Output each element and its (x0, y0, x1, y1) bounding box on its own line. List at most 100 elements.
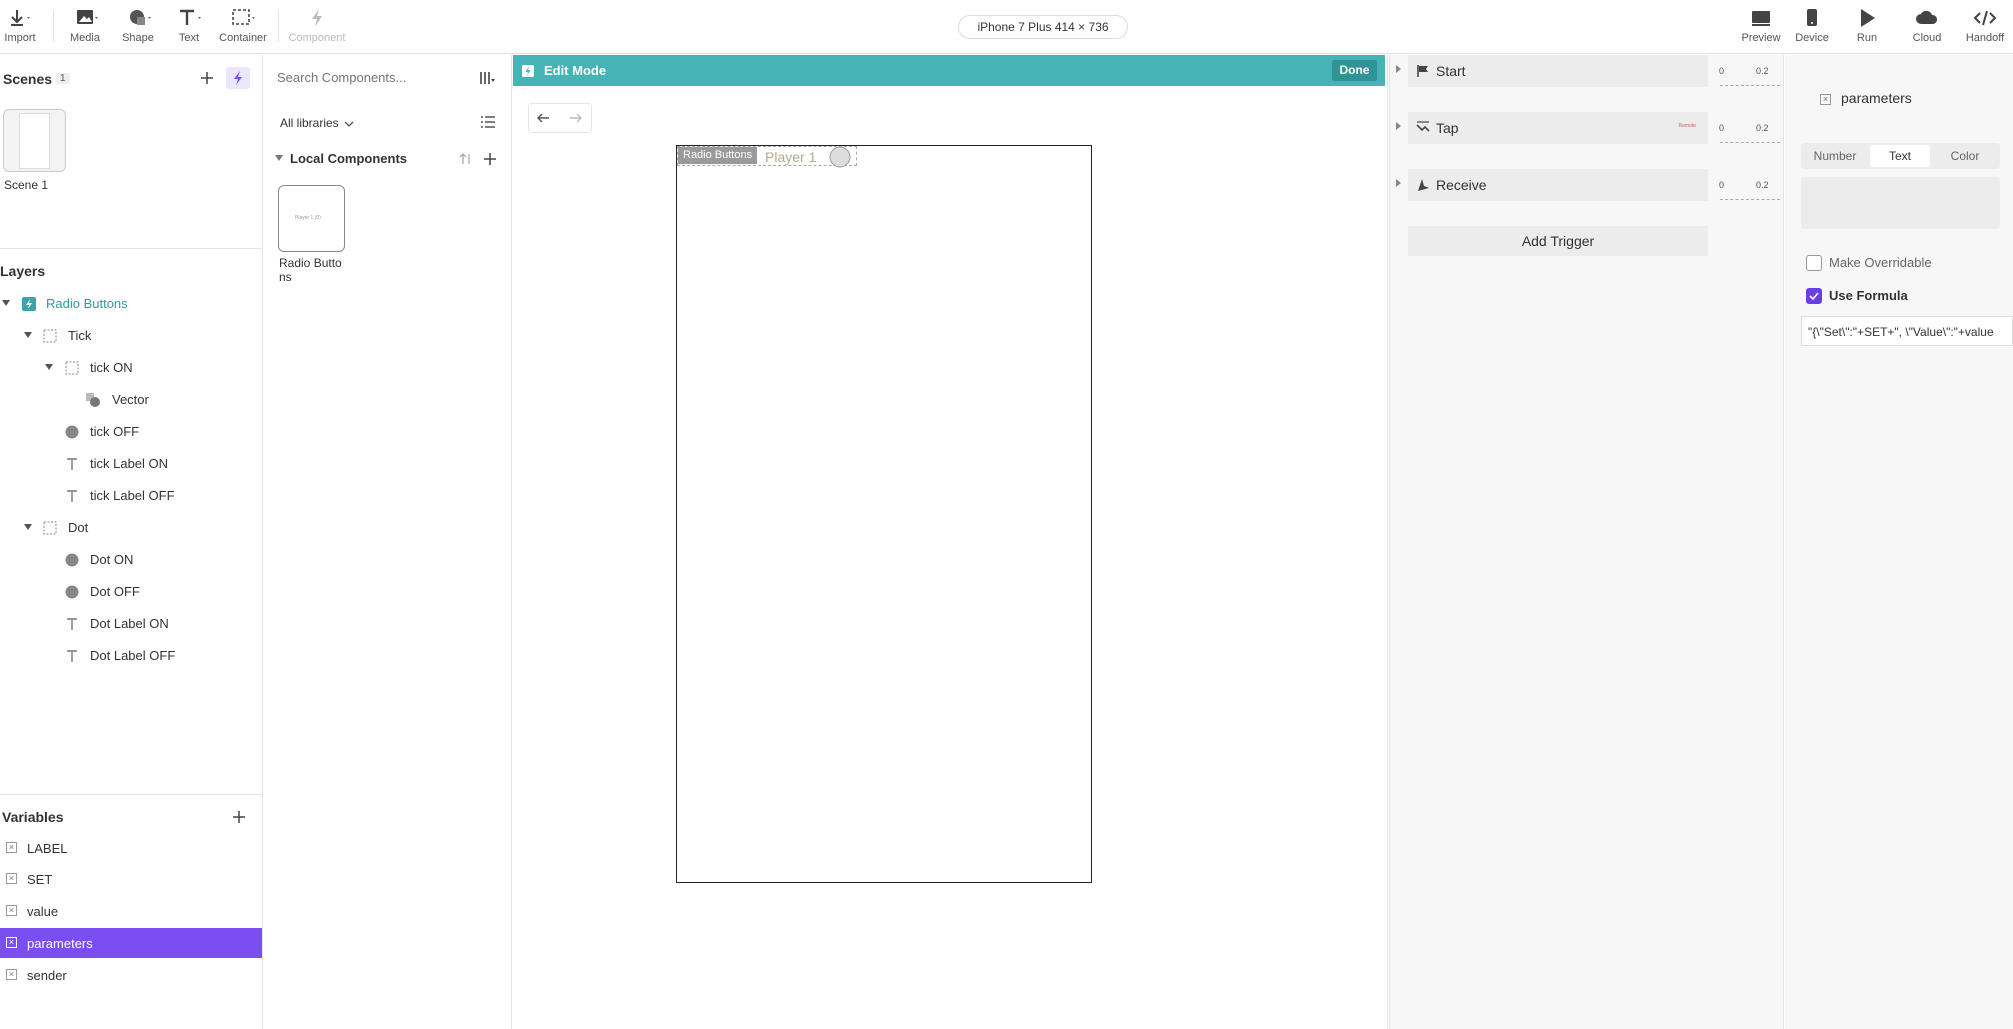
shape-button[interactable]: Shape (120, 6, 156, 44)
import-icon (6, 6, 34, 30)
cloud-button[interactable]: Cloud (1910, 6, 1944, 44)
make-overridable-checkbox[interactable] (1806, 255, 1822, 271)
shape-layer-icon (65, 553, 79, 567)
toolbar-divider (278, 10, 279, 42)
collapse-arrow-icon[interactable] (24, 524, 32, 530)
expand-arrow-icon[interactable] (1396, 122, 1401, 130)
shape-layer-icon (65, 425, 79, 439)
variable-name[interactable]: parameters (1841, 90, 1912, 106)
handoff-button[interactable]: Handoff (1963, 6, 2007, 44)
canvas[interactable]: Edit Mode Done Radio Buttons Player 1 (513, 55, 1388, 1029)
layer-tick-label-on[interactable]: tick Label ON (0, 451, 262, 477)
device-selector[interactable]: iPhone 7 Plus 414 × 736 (958, 15, 1128, 39)
component-thumbnail-text: Player 1 (0) (295, 215, 321, 221)
add-scene-icon[interactable] (199, 70, 215, 86)
play-icon (1855, 6, 1879, 30)
scene-label[interactable]: Scene 1 (4, 178, 48, 192)
trigger-receive[interactable]: Receive (1408, 169, 1708, 201)
undo-arrow-icon[interactable] (536, 112, 550, 124)
shape-layer-icon (65, 585, 79, 599)
use-formula-checkbox[interactable] (1806, 288, 1822, 304)
add-trigger-button[interactable]: Add Trigger (1408, 226, 1708, 256)
variable-type-icon: × (6, 905, 17, 916)
player-label: Player 1 (765, 149, 816, 165)
layer-tick-label-off[interactable]: tick Label OFF (0, 483, 262, 509)
expand-arrow-icon[interactable] (1396, 65, 1401, 73)
device-button-label: Device (1794, 32, 1830, 44)
cloud-label: Cloud (1910, 32, 1944, 44)
type-tab-text[interactable]: Text (1870, 145, 1930, 167)
component-label[interactable]: Radio Butto ns (279, 256, 349, 284)
layer-dot-label-off[interactable]: Dot Label OFF (0, 643, 262, 669)
layer-dot-off[interactable]: Dot OFF (0, 579, 262, 605)
container-button[interactable]: Container (219, 6, 267, 44)
media-button[interactable]: Media (67, 6, 103, 44)
run-button[interactable]: Run (1854, 6, 1880, 44)
layer-label: tick Label ON (90, 456, 168, 471)
list-view-icon[interactable] (480, 114, 496, 130)
phone-icon (1800, 6, 1824, 30)
layer-dot-on[interactable]: Dot ON (0, 547, 262, 573)
variables-title: Variables (2, 809, 64, 825)
add-variable-icon[interactable] (231, 809, 247, 825)
expand-arrow-icon[interactable] (1396, 179, 1401, 187)
container-layer-icon (43, 521, 57, 535)
tab-label: Text (1889, 149, 1911, 163)
layer-label: Tick (68, 328, 91, 343)
component-button[interactable]: Component (287, 6, 347, 44)
add-component-icon[interactable] (482, 151, 498, 167)
preview-icon (1749, 6, 1773, 30)
text-tool-button[interactable]: Text (172, 6, 206, 44)
layer-radio-buttons[interactable]: Radio Buttons (0, 291, 262, 317)
collapse-arrow-icon[interactable] (2, 300, 10, 306)
container-layer-icon (65, 361, 79, 375)
device-button[interactable]: Device (1794, 6, 1830, 44)
divider (0, 794, 262, 795)
layer-label: Dot Label OFF (90, 648, 175, 663)
default-value-field[interactable] (1801, 177, 2000, 229)
variable-type-icon: × (6, 873, 17, 884)
top-toolbar: Import Media Shape Text Container Compon… (0, 0, 2013, 54)
sort-icon[interactable] (459, 152, 473, 166)
preview-button[interactable]: Preview (1740, 6, 1782, 44)
search-components-input[interactable] (277, 66, 462, 88)
collapse-arrow-icon[interactable] (275, 155, 283, 161)
trigger-start[interactable]: Start (1408, 55, 1708, 87)
variable-row-label[interactable]: × LABEL (0, 833, 262, 863)
chevron-down-icon[interactable] (344, 120, 354, 128)
layer-tick[interactable]: Tick (0, 323, 262, 349)
device-frame[interactable]: Radio Buttons Player 1 (676, 145, 1092, 883)
scene-interaction-button[interactable] (226, 67, 250, 89)
done-button[interactable]: Done (1332, 60, 1377, 81)
library-dropdown[interactable]: All libraries (280, 116, 339, 130)
library-filter-icon[interactable] (479, 70, 497, 86)
radio-buttons-selection[interactable]: Radio Buttons Player 1 (677, 146, 857, 166)
redo-arrow-icon[interactable] (569, 112, 583, 124)
type-tab-color[interactable]: Color (1934, 145, 1996, 167)
toolbar-divider (53, 10, 54, 42)
make-overridable-label: Make Overridable (1829, 255, 1932, 270)
timeline-ruler (1720, 137, 1780, 143)
collapse-arrow-icon[interactable] (45, 364, 53, 370)
layer-tick-off[interactable]: tick OFF (0, 419, 262, 445)
variable-row-sender[interactable]: × sender (0, 960, 262, 990)
layer-label: tick OFF (90, 424, 139, 439)
component-thumbnail[interactable]: Player 1 (0) (278, 185, 345, 252)
variable-row-value[interactable]: × value (0, 896, 262, 926)
text-layer-icon (65, 457, 79, 471)
layer-tick-on[interactable]: tick ON (0, 355, 262, 381)
layer-dot-label-on[interactable]: Dot Label ON (0, 611, 262, 637)
import-button[interactable]: Import (4, 6, 36, 44)
layer-vector[interactable]: Vector (0, 387, 262, 413)
variable-label: LABEL (27, 841, 67, 856)
layer-label: Vector (112, 392, 149, 407)
formula-field[interactable]: "{\"Set\":"+SET+", \"Value\":"+value (1801, 316, 2013, 346)
trigger-tap[interactable]: Tap Remote (1408, 112, 1708, 144)
scene-thumbnail[interactable] (3, 109, 66, 172)
variable-row-parameters[interactable]: × parameters (0, 928, 262, 958)
collapse-arrow-icon[interactable] (24, 332, 32, 338)
type-tab-number[interactable]: Number (1804, 145, 1866, 167)
layer-dot[interactable]: Dot (0, 515, 262, 541)
variable-row-set[interactable]: × SET (0, 864, 262, 894)
edit-mode-title: Edit Mode (544, 63, 606, 78)
